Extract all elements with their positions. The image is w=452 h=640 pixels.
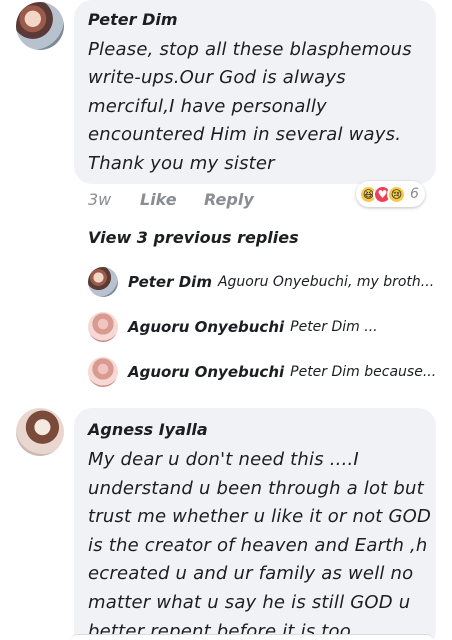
comment-line: Please, stop all these blasphemous: [88, 39, 412, 60]
sad-reaction-icon: 😢: [387, 184, 406, 204]
avatar-agness-iyalla[interactable]: [16, 408, 64, 456]
comment-line: encountered Him in several ways.: [88, 124, 402, 145]
comment-author[interactable]: Peter Dim: [88, 10, 178, 29]
comment-author[interactable]: Agness Iyalla: [88, 420, 208, 439]
reactions-summary[interactable]: 😆 ♥ 😢 6: [356, 181, 425, 207]
comment-timestamp: 3w: [88, 190, 112, 209]
avatar-aguoru-onyebuchi[interactable]: [88, 357, 118, 387]
reply-author[interactable]: Aguoru Onyebuchi: [128, 363, 284, 381]
next-card-edge: [70, 634, 434, 640]
avatar-aguoru-onyebuchi[interactable]: [88, 312, 118, 342]
avatar-peter-dim[interactable]: [88, 267, 118, 297]
comment-line: merciful,I have personally: [88, 96, 327, 117]
comment-bubble: Agness Iyalla My dear u don't need this …: [74, 408, 436, 640]
comment-line: matter what u say he is still GOD u: [88, 592, 411, 613]
like-button[interactable]: Like: [140, 190, 177, 209]
comment-bubble: Peter Dim Please, stop all these blasphe…: [74, 0, 436, 184]
reply-snippet: Peter Dim ...: [290, 319, 378, 335]
comment-line: understand u been through a lot but: [88, 478, 424, 499]
reply-author[interactable]: Aguoru Onyebuchi: [128, 318, 284, 336]
comment-line: My dear u don't need this ....I: [88, 449, 359, 470]
comment-line: Thank you my sister: [88, 153, 275, 174]
reply-row[interactable]: Aguoru Onyebuchi Peter Dim ...: [88, 311, 378, 343]
avatar-peter-dim[interactable]: [16, 2, 64, 50]
reply-snippet: Aguoru Onyebuchi, my broth...: [217, 274, 435, 290]
comment-line: ecreated u and ur family as well no: [88, 563, 414, 584]
view-previous-replies-link[interactable]: View 3 previous replies: [88, 228, 299, 247]
reaction-count: 6: [410, 186, 419, 202]
comment-line: is the creator of heaven and Earth ,h: [88, 535, 428, 556]
reply-row[interactable]: Peter Dim Aguoru Onyebuchi, my broth...: [88, 266, 434, 298]
reply-row[interactable]: Aguoru Onyebuchi Peter Dim because...: [88, 356, 436, 388]
comment-line: trust me whether u like it or not GOD: [88, 506, 432, 527]
reply-author[interactable]: Peter Dim: [128, 273, 212, 291]
reply-button[interactable]: Reply: [204, 190, 254, 209]
comment-line: write-ups.Our God is always: [88, 67, 346, 88]
reply-snippet: Peter Dim because...: [290, 364, 437, 380]
